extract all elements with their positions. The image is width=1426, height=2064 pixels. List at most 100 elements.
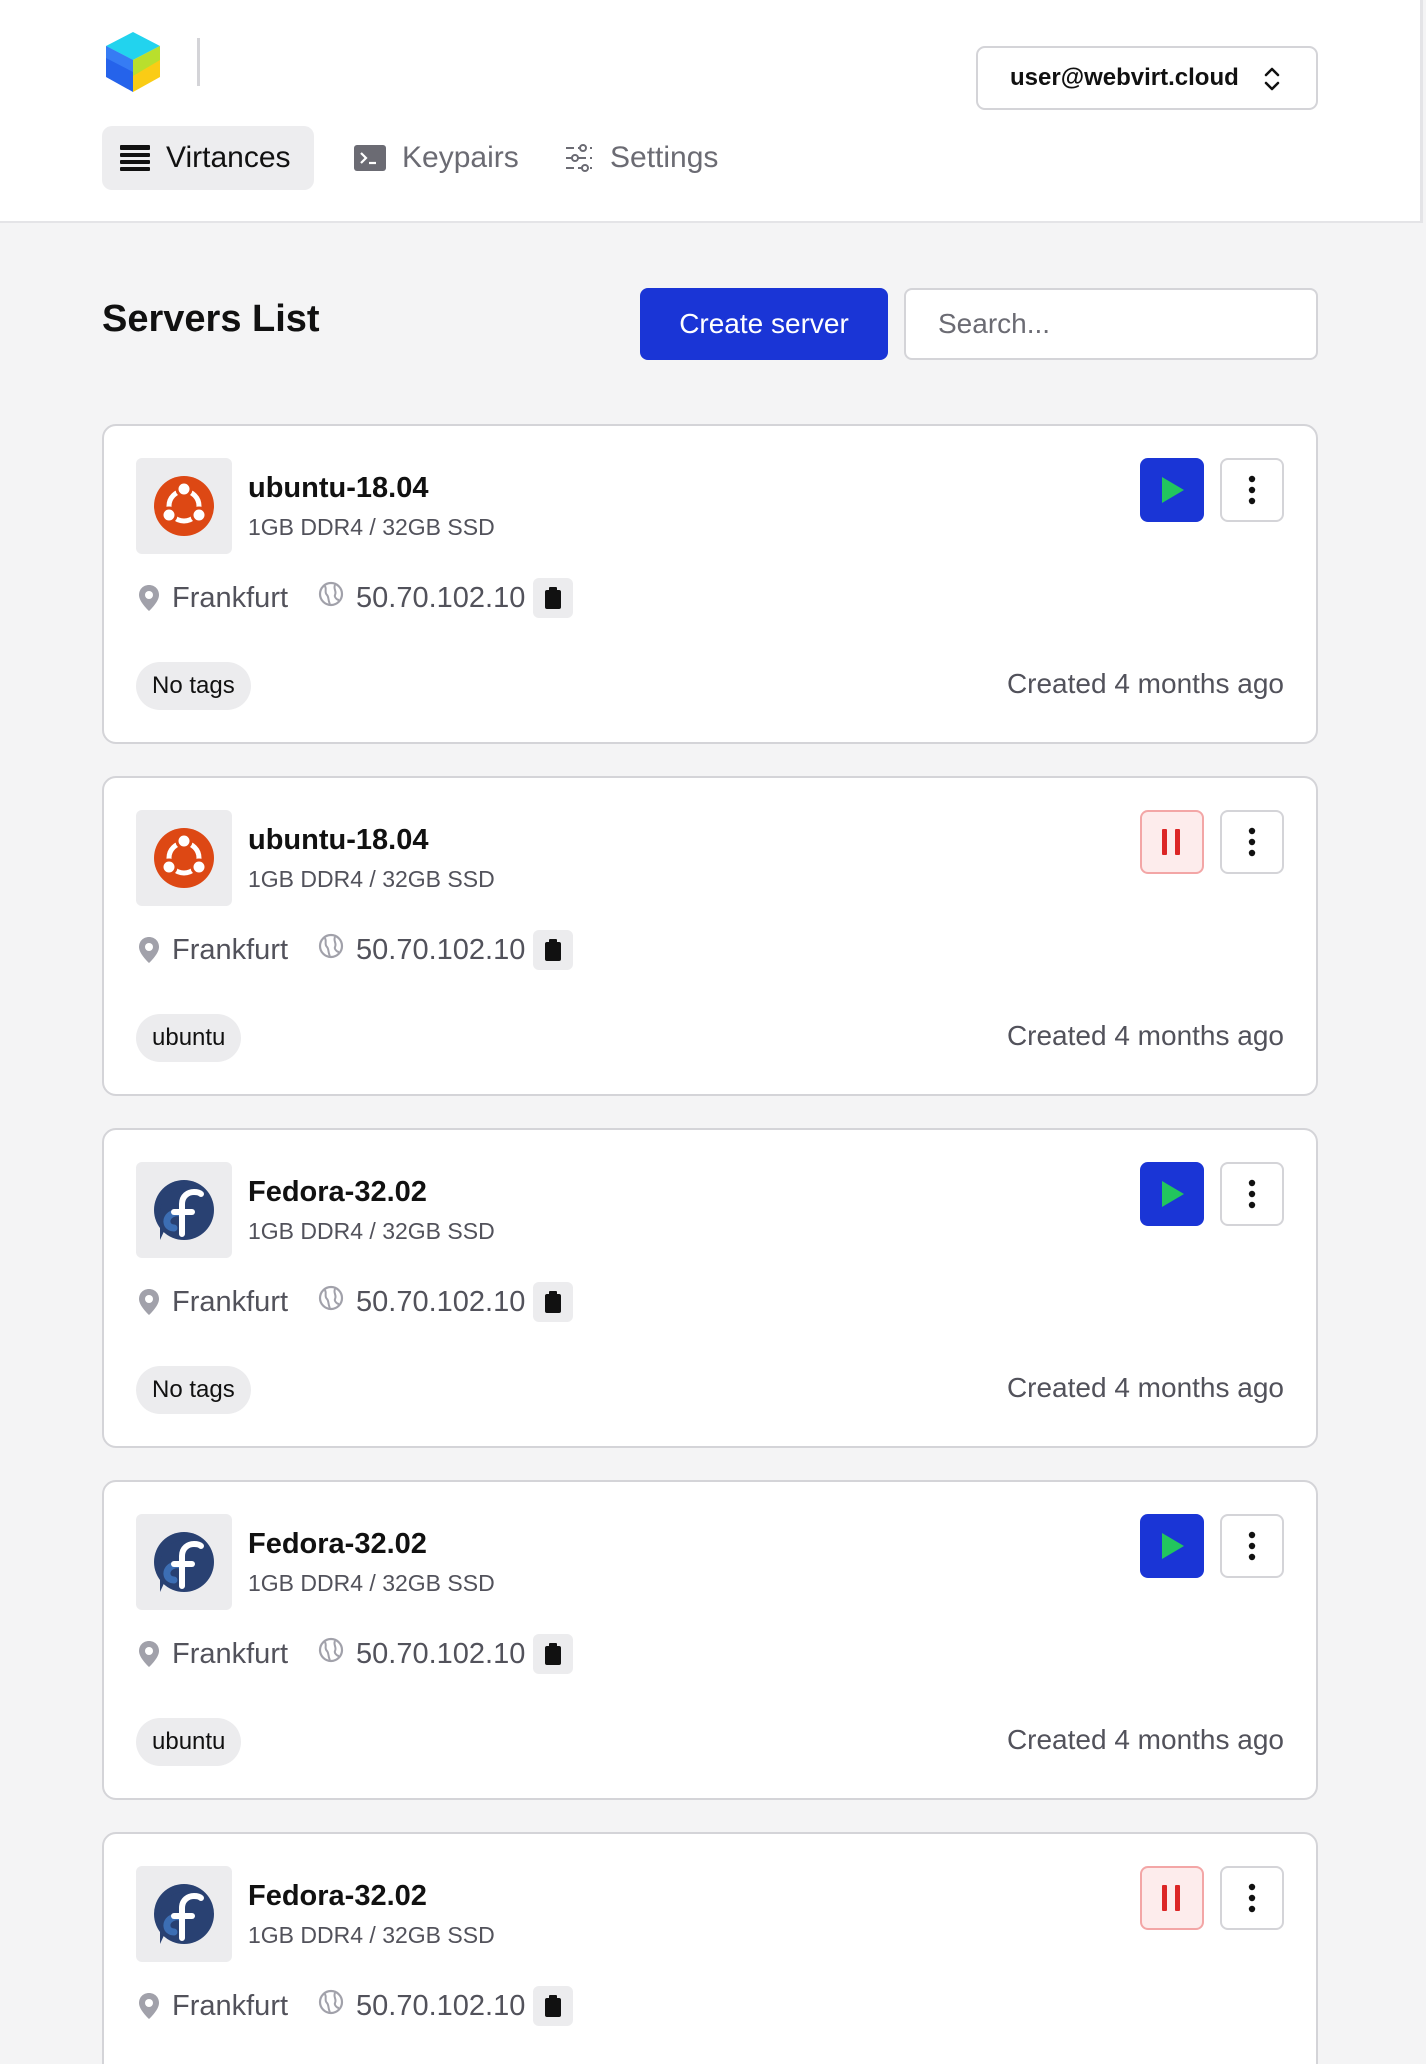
pause-button[interactable] — [1140, 810, 1204, 874]
more-actions-button[interactable] — [1220, 810, 1284, 874]
created-time: Created 4 months ago — [1006, 1724, 1284, 1755]
server-card[interactable]: ubuntu-18.04 1GB DDR4 / 32GB SSD Frankfu… — [102, 424, 1318, 744]
play-icon — [1162, 1181, 1184, 1207]
nav-label-virtances: Virtances — [166, 141, 291, 174]
location-pin-icon — [139, 1289, 159, 1315]
sliders-icon — [566, 144, 592, 172]
server-spec: 1GB DDR4 / 32GB SSD — [248, 1570, 495, 1596]
globe-icon — [318, 1285, 344, 1311]
server-meta: Frankfurt 50.70.102.10 — [138, 1280, 574, 1324]
copy-ip-button[interactable] — [533, 930, 574, 970]
nav-label-settings: Settings — [610, 141, 719, 174]
nav-tab-settings[interactable]: Settings — [546, 126, 746, 190]
page-title: Servers List — [102, 298, 320, 340]
server-location: Frankfurt — [172, 581, 289, 614]
server-spec: 1GB DDR4 / 32GB SSD — [248, 1922, 495, 1948]
more-actions-button[interactable] — [1220, 1162, 1284, 1226]
account-selector[interactable]: user@webvirt.cloud — [976, 46, 1318, 110]
clipboard-icon — [545, 1643, 562, 1665]
pause-icon — [1162, 1885, 1180, 1911]
server-name[interactable]: Fedora-32.02 — [248, 1176, 427, 1209]
fedora-logo-icon — [154, 1532, 214, 1592]
play-icon — [1162, 477, 1184, 503]
globe-icon — [318, 581, 344, 607]
clipboard-icon — [545, 939, 562, 961]
globe-icon — [318, 1989, 344, 2015]
copy-ip-button[interactable] — [533, 1282, 574, 1322]
nav-label-keypairs: Keypairs — [402, 141, 519, 174]
server-name[interactable]: Fedora-32.02 — [248, 1880, 427, 1913]
create-server-button[interactable]: Create server — [640, 288, 888, 360]
fedora-logo-icon — [154, 1180, 214, 1240]
server-card[interactable]: ubuntu-18.04 1GB DDR4 / 32GB SSD Frankfu… — [102, 776, 1318, 1096]
os-logo — [136, 458, 232, 554]
location-pin-icon — [139, 937, 159, 963]
server-location: Frankfurt — [172, 933, 289, 966]
server-location: Frankfurt — [172, 1637, 289, 1670]
pause-button[interactable] — [1140, 1866, 1204, 1930]
server-name[interactable]: ubuntu-18.04 — [248, 824, 428, 857]
server-meta: Frankfurt 50.70.102.10 — [138, 928, 574, 972]
tag-badge[interactable]: No tags — [136, 662, 251, 710]
account-email: user@webvirt.cloud — [1010, 64, 1239, 91]
server-ip: 50.70.102.10 — [356, 1285, 526, 1318]
server-ip: 50.70.102.10 — [356, 1637, 526, 1670]
tag-badge[interactable]: No tags — [136, 1366, 251, 1414]
more-vertical-icon — [1248, 827, 1256, 857]
tag-badge[interactable]: ubuntu — [136, 1014, 242, 1062]
created-time: Created 4 months ago — [1006, 668, 1284, 699]
globe-icon — [318, 933, 344, 959]
start-button[interactable] — [1140, 1162, 1204, 1226]
clipboard-icon — [545, 1995, 562, 2017]
clipboard-icon — [545, 587, 562, 609]
location-pin-icon — [139, 585, 159, 611]
server-meta: Frankfurt 50.70.102.10 — [138, 1984, 574, 2028]
clipboard-icon — [545, 1291, 562, 1313]
server-name[interactable]: ubuntu-18.04 — [248, 472, 428, 505]
copy-ip-button[interactable] — [533, 1986, 574, 2026]
more-actions-button[interactable] — [1220, 1514, 1284, 1578]
top-header: user@webvirt.cloud Virtances Keypairs Se… — [0, 0, 1423, 223]
os-logo — [136, 1514, 232, 1610]
more-vertical-icon — [1248, 475, 1256, 505]
server-card[interactable]: Fedora-32.02 1GB DDR4 / 32GB SSD Frankfu… — [102, 1480, 1318, 1800]
server-ip: 50.70.102.10 — [356, 581, 526, 614]
nav-tab-virtances[interactable]: Virtances — [102, 126, 314, 190]
nav-tab-keypairs[interactable]: Keypairs — [336, 126, 536, 190]
copy-ip-button[interactable] — [533, 578, 574, 618]
location-pin-icon — [139, 1641, 159, 1667]
copy-ip-button[interactable] — [533, 1634, 574, 1674]
more-actions-button[interactable] — [1220, 1866, 1284, 1930]
start-button[interactable] — [1140, 458, 1204, 522]
logo-divider — [197, 38, 200, 86]
search-input[interactable] — [904, 288, 1318, 360]
os-logo — [136, 1162, 232, 1258]
fedora-logo-icon — [154, 1884, 214, 1944]
created-time: Created 4 months ago — [1006, 1020, 1284, 1051]
server-spec: 1GB DDR4 / 32GB SSD — [248, 1218, 495, 1244]
created-time: Created 4 months ago — [1006, 1372, 1284, 1403]
globe-icon — [318, 1637, 344, 1663]
more-vertical-icon — [1248, 1179, 1256, 1209]
server-name[interactable]: Fedora-32.02 — [248, 1528, 427, 1561]
play-icon — [1162, 1533, 1184, 1559]
server-meta: Frankfurt 50.70.102.10 — [138, 576, 574, 620]
tag-badge[interactable]: ubuntu — [136, 1718, 242, 1766]
terminal-icon — [354, 145, 386, 171]
server-ip: 50.70.102.10 — [356, 933, 526, 966]
main-nav: Virtances Keypairs Settings — [102, 126, 746, 190]
os-logo — [136, 810, 232, 906]
more-actions-button[interactable] — [1220, 458, 1284, 522]
server-card[interactable]: Fedora-32.02 1GB DDR4 / 32GB SSD Frankfu… — [102, 1832, 1318, 2064]
cube-logo-icon[interactable] — [104, 30, 162, 94]
server-spec: 1GB DDR4 / 32GB SSD — [248, 514, 495, 540]
server-card[interactable]: Fedora-32.02 1GB DDR4 / 32GB SSD Frankfu… — [102, 1128, 1318, 1448]
list-icon — [120, 145, 150, 171]
more-vertical-icon — [1248, 1883, 1256, 1913]
location-pin-icon — [139, 1993, 159, 2019]
start-button[interactable] — [1140, 1514, 1204, 1578]
server-location: Frankfurt — [172, 1285, 289, 1318]
ubuntu-logo-icon — [154, 476, 214, 536]
server-ip: 50.70.102.10 — [356, 1989, 526, 2022]
pause-icon — [1162, 829, 1180, 855]
